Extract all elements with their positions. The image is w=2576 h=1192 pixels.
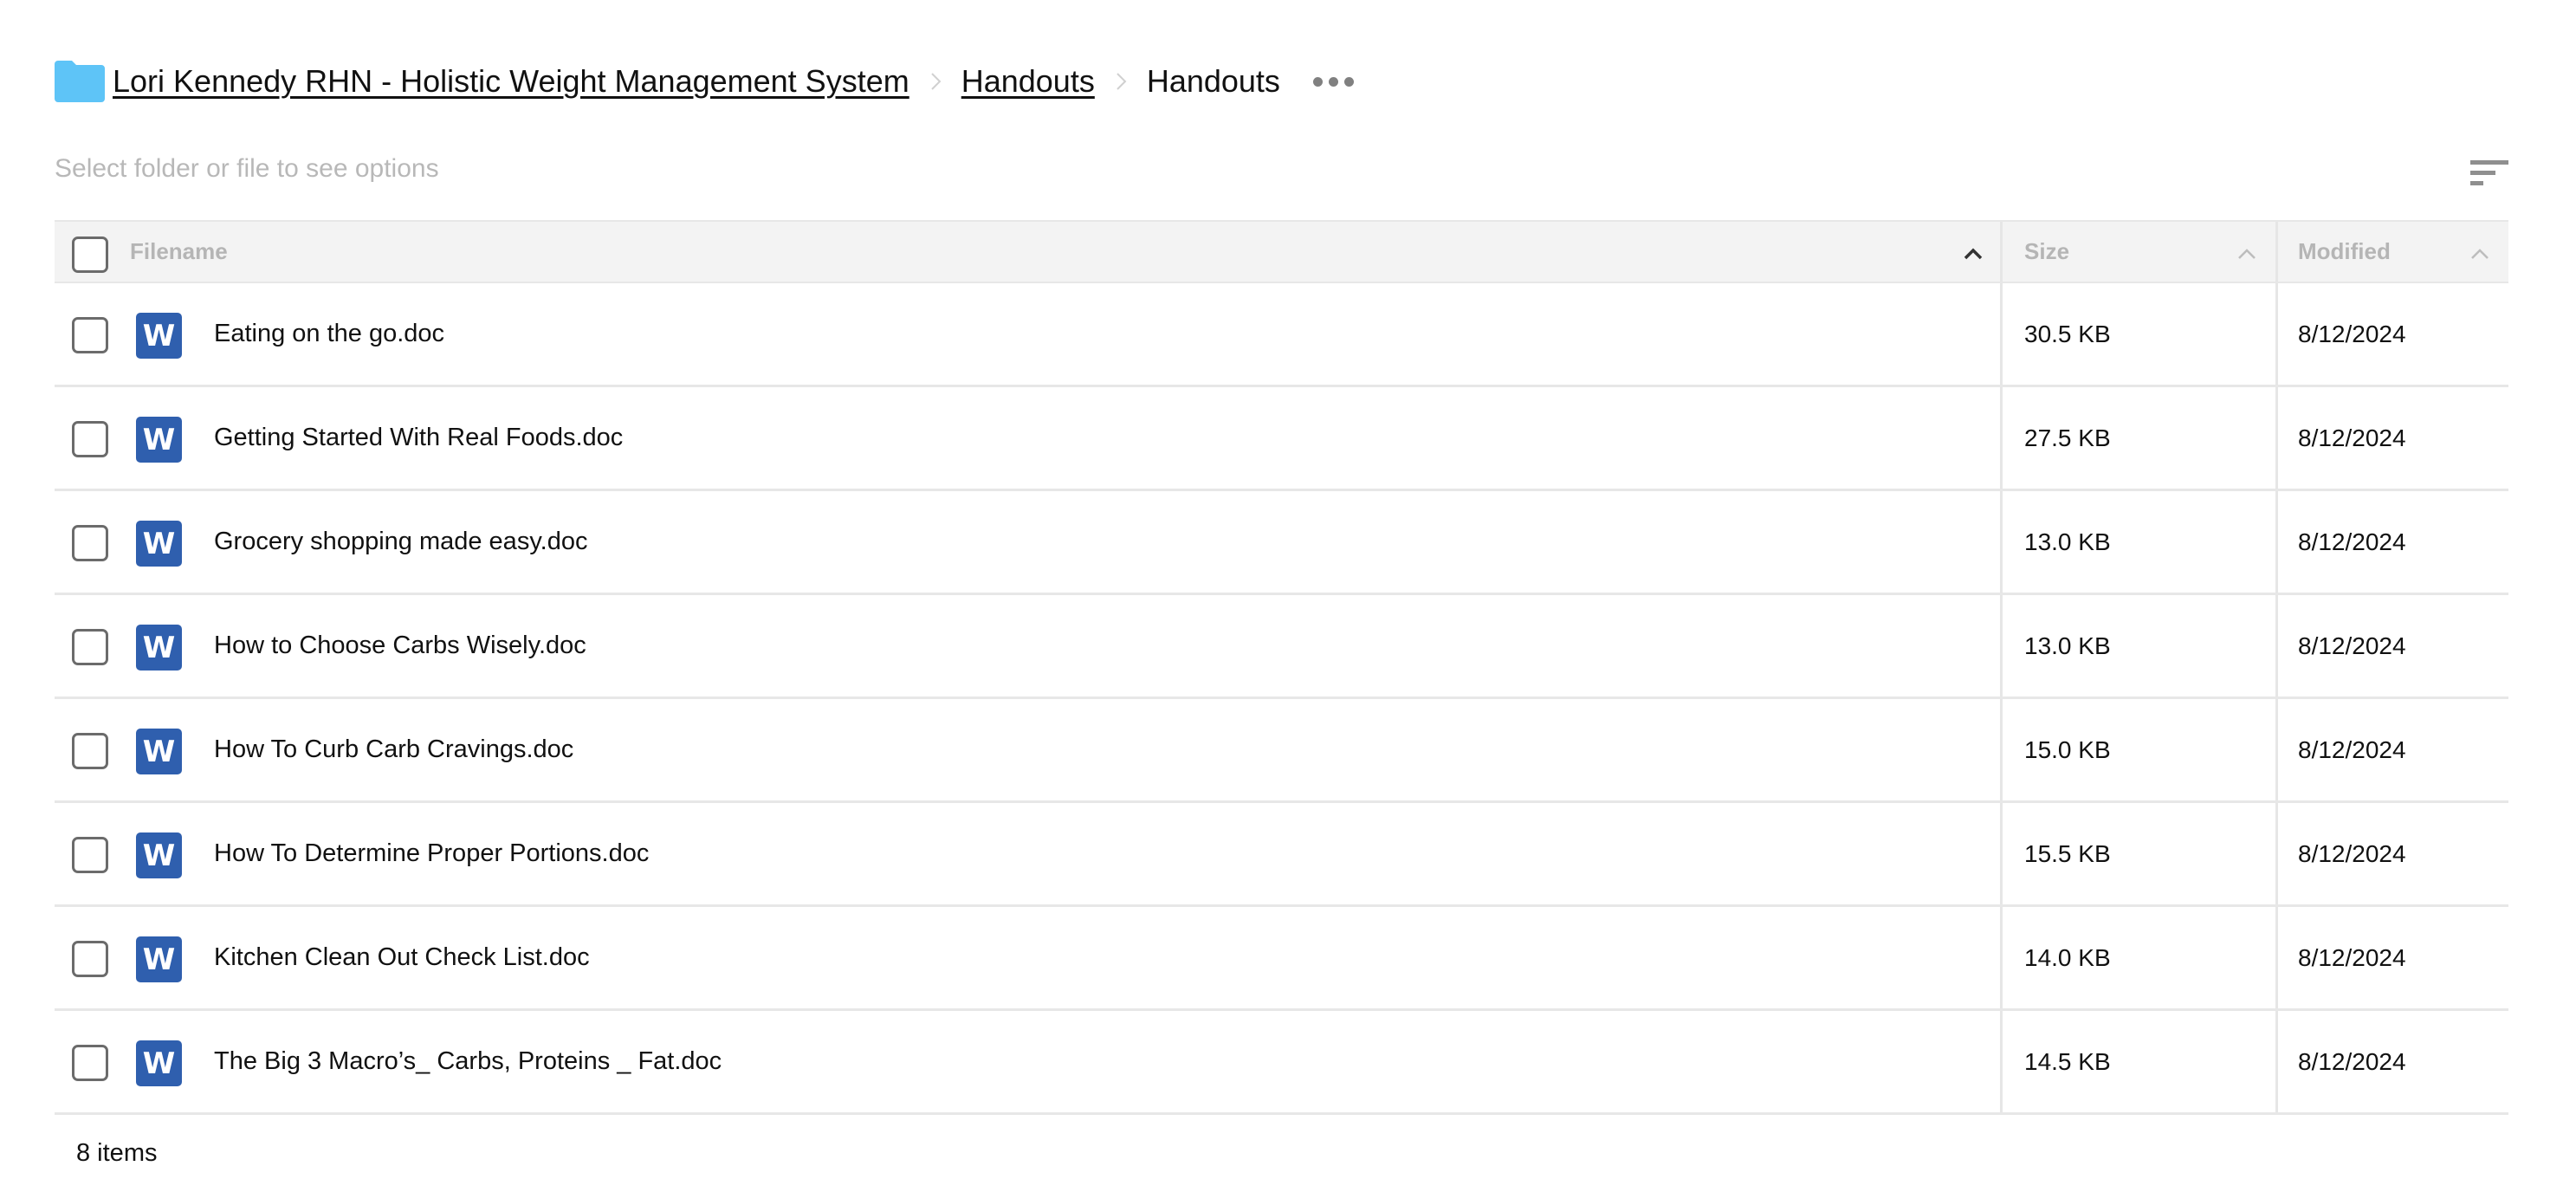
word-doc-icon: W [136, 729, 182, 774]
folder-icon [55, 61, 105, 102]
file-modified: 8/12/2024 [2298, 839, 2406, 867]
word-doc-icon: W [136, 521, 182, 567]
column-header-size[interactable]: Size [2024, 222, 2069, 282]
column-header-filename[interactable]: Filename [130, 222, 228, 282]
file-modified: 8/12/2024 [2298, 424, 2406, 451]
chevron-up-icon[interactable] [2237, 248, 2256, 260]
column-divider[interactable] [2000, 222, 2003, 282]
file-name[interactable]: How to Choose Carbs Wisely.doc [214, 595, 586, 696]
column-divider [2000, 1011, 2003, 1112]
selection-hint: Select folder or file to see options [55, 154, 439, 183]
table-row[interactable]: W Grocery shopping made easy.doc 13.0 KB… [55, 491, 2508, 595]
more-dot [1328, 76, 1338, 87]
column-divider [2000, 595, 2003, 696]
file-size: 13.0 KB [2024, 632, 2111, 659]
word-doc-icon: W [136, 625, 182, 670]
column-divider [2000, 699, 2003, 800]
file-name[interactable]: How To Determine Proper Portions.doc [214, 803, 649, 904]
column-divider [2275, 283, 2278, 385]
file-name[interactable]: The Big 3 Macro’s_ Carbs, Proteins _ Fat… [214, 1011, 722, 1112]
file-name[interactable]: How To Curb Carb Cravings.doc [214, 699, 573, 800]
row-checkbox[interactable] [72, 525, 108, 561]
breadcrumb: Lori Kennedy RHN - Holistic Weight Manag… [55, 57, 1354, 106]
word-doc-icon: W [136, 1040, 182, 1086]
column-divider [2275, 491, 2278, 593]
column-divider [2275, 907, 2278, 1008]
column-divider [2275, 1011, 2278, 1112]
sort-line [2470, 181, 2483, 185]
column-divider[interactable] [2275, 222, 2278, 282]
file-name[interactable]: Eating on the go.doc [214, 283, 444, 385]
chevron-right-icon [931, 73, 942, 90]
sort-line [2470, 171, 2495, 175]
column-divider [2275, 803, 2278, 904]
table-row[interactable]: W Eating on the go.doc 30.5 KB 8/12/2024 [55, 283, 2508, 387]
item-count: 8 items [76, 1139, 158, 1167]
word-doc-icon: W [136, 417, 182, 463]
file-size: 15.5 KB [2024, 839, 2111, 867]
row-checkbox[interactable] [72, 1045, 108, 1081]
file-size: 27.5 KB [2024, 424, 2111, 451]
table-row[interactable]: W The Big 3 Macro’s_ Carbs, Proteins _ F… [55, 1011, 2508, 1115]
column-divider [2000, 803, 2003, 904]
file-table: Filename Size Modified W Eating on the g… [55, 220, 2508, 1115]
breadcrumb-link-root[interactable]: Lori Kennedy RHN - Holistic Weight Manag… [113, 63, 909, 100]
file-name[interactable]: Kitchen Clean Out Check List.doc [214, 907, 590, 1008]
column-divider [2275, 387, 2278, 489]
column-divider [2275, 595, 2278, 696]
file-modified: 8/12/2024 [2298, 1047, 2406, 1075]
row-checkbox[interactable] [72, 317, 108, 353]
breadcrumb-current: Handouts [1146, 63, 1280, 99]
file-size: 13.0 KB [2024, 528, 2111, 555]
column-divider [2000, 283, 2003, 385]
row-checkbox[interactable] [72, 629, 108, 665]
table-row[interactable]: W How To Determine Proper Portions.doc 1… [55, 803, 2508, 907]
file-modified: 8/12/2024 [2298, 528, 2406, 555]
file-modified: 8/12/2024 [2298, 735, 2406, 763]
file-size: 14.5 KB [2024, 1047, 2111, 1075]
word-doc-icon: W [136, 832, 182, 878]
file-name[interactable]: Getting Started With Real Foods.doc [214, 387, 623, 489]
file-name[interactable]: Grocery shopping made easy.doc [214, 491, 587, 593]
more-dot [1312, 76, 1323, 87]
chevron-up-icon[interactable] [1964, 248, 1983, 260]
file-size: 15.0 KB [2024, 735, 2111, 763]
file-size: 14.0 KB [2024, 943, 2111, 971]
chevron-right-icon [1116, 73, 1127, 90]
chevron-up-icon[interactable] [2470, 248, 2489, 260]
word-doc-icon: W [136, 936, 182, 982]
row-checkbox[interactable] [72, 837, 108, 873]
file-size: 30.5 KB [2024, 320, 2111, 347]
column-divider [2000, 907, 2003, 1008]
sort-line [2470, 160, 2508, 165]
row-checkbox[interactable] [72, 421, 108, 457]
table-row[interactable]: W How To Curb Carb Cravings.doc 15.0 KB … [55, 699, 2508, 803]
more-horizontal-icon[interactable] [1312, 68, 1354, 94]
word-doc-icon: W [136, 313, 182, 359]
table-row[interactable]: W Getting Started With Real Foods.doc 27… [55, 387, 2508, 491]
table-body: W Eating on the go.doc 30.5 KB 8/12/2024… [55, 283, 2508, 1115]
file-modified: 8/12/2024 [2298, 320, 2406, 347]
column-divider [2000, 387, 2003, 489]
column-divider [2275, 699, 2278, 800]
table-row[interactable]: W How to Choose Carbs Wisely.doc 13.0 KB… [55, 595, 2508, 699]
column-divider [2000, 491, 2003, 593]
more-dot [1343, 76, 1354, 87]
row-checkbox[interactable] [72, 941, 108, 977]
file-modified: 8/12/2024 [2298, 943, 2406, 971]
column-header-modified[interactable]: Modified [2298, 222, 2391, 282]
sort-lines-icon[interactable] [2467, 156, 2508, 191]
table-header: Filename Size Modified [55, 220, 2508, 283]
file-modified: 8/12/2024 [2298, 632, 2406, 659]
breadcrumb-link-handouts[interactable]: Handouts [961, 63, 1095, 100]
row-checkbox[interactable] [72, 733, 108, 769]
table-row[interactable]: W Kitchen Clean Out Check List.doc 14.0 … [55, 907, 2508, 1011]
select-all-checkbox[interactable] [72, 236, 108, 273]
